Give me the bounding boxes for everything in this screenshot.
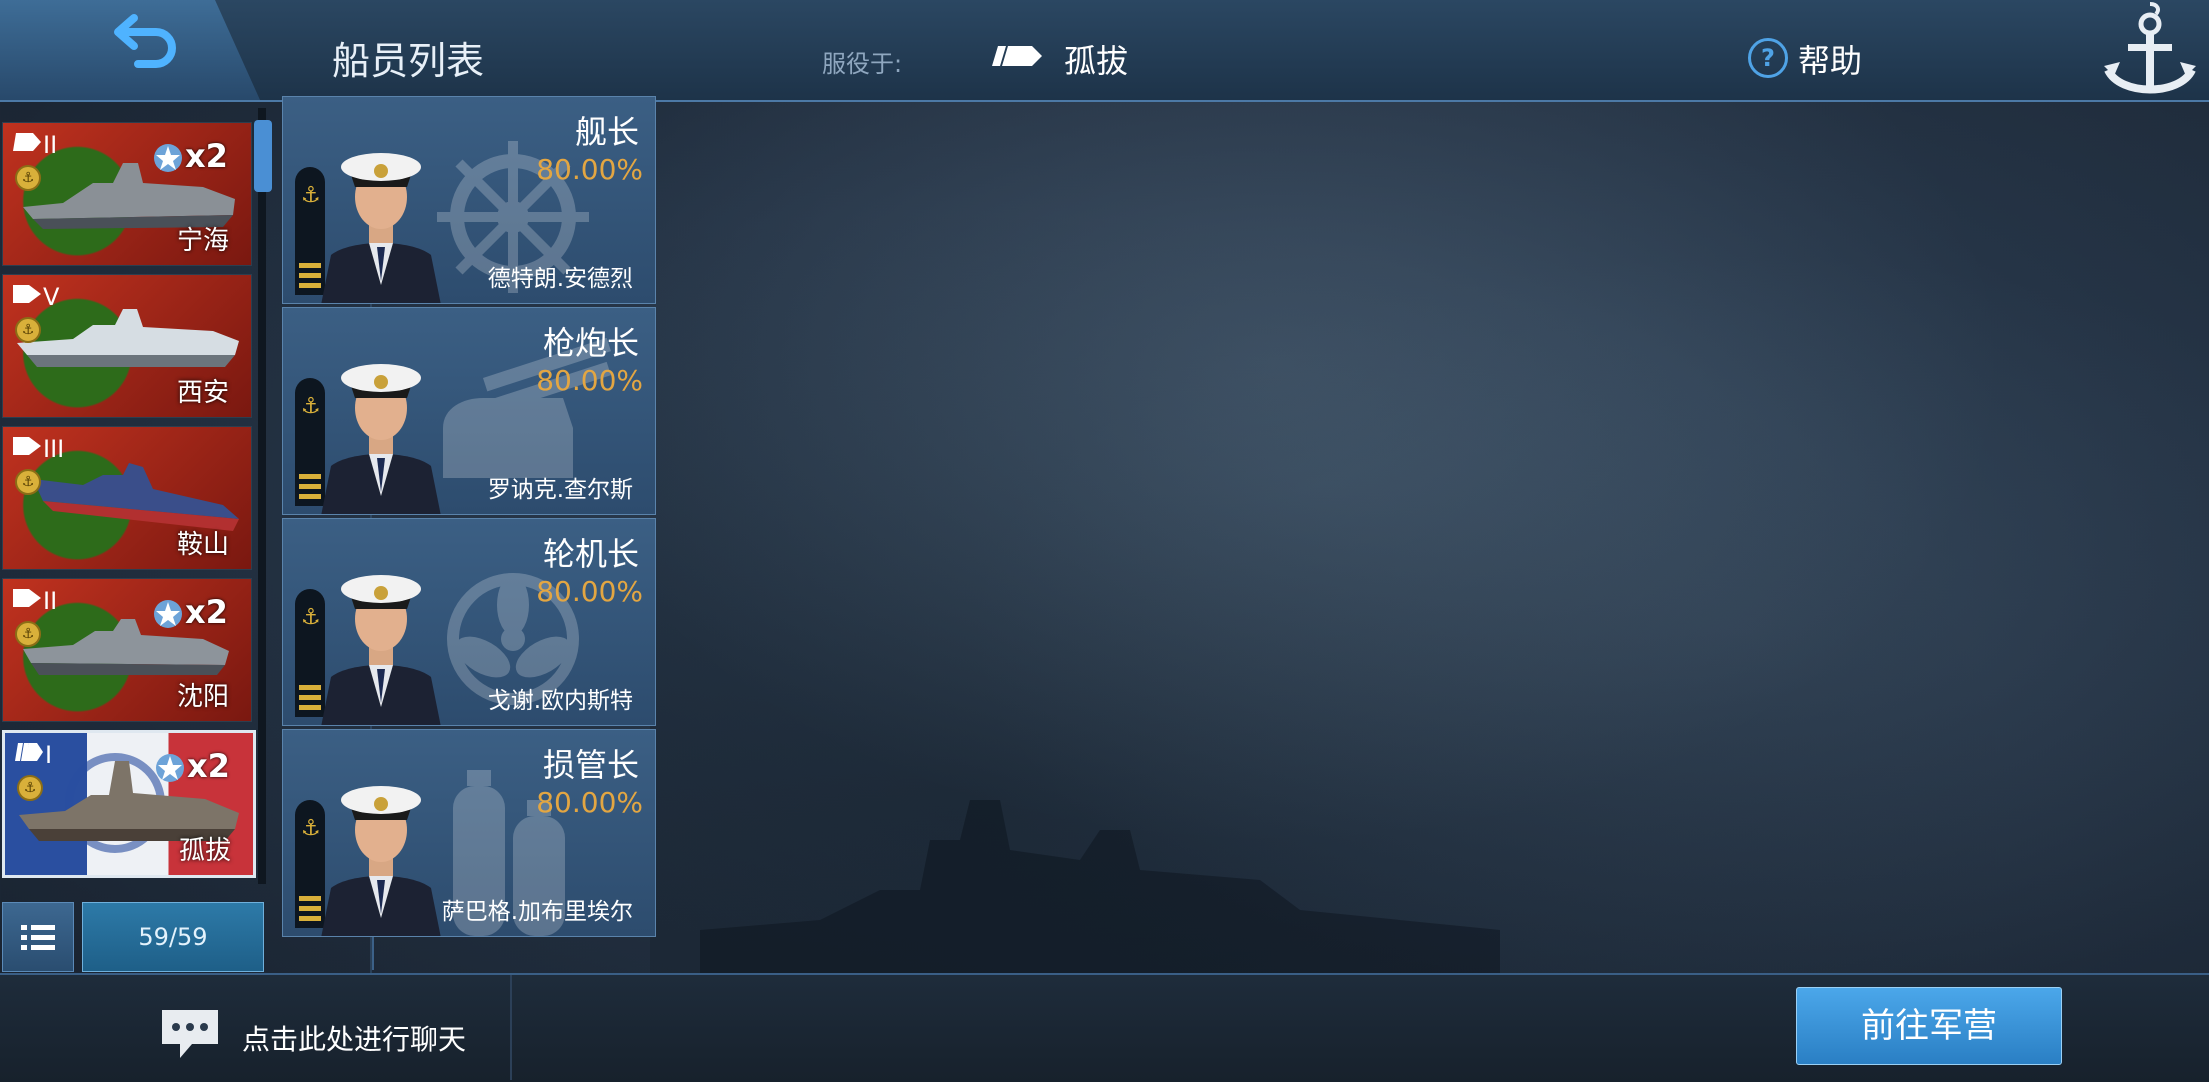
ship-tier: I — [45, 741, 53, 769]
crew-role: 损管长 — [542, 746, 639, 784]
officer-portrait — [321, 153, 441, 303]
crew-percent: 80.00% — [536, 153, 643, 186]
medal-icon: ⚓ — [15, 621, 41, 647]
list-view-button[interactable] — [2, 902, 74, 972]
xp-multiplier: x2 — [185, 593, 228, 631]
destroyer-icon — [13, 589, 41, 607]
medal-icon: ⚓ — [15, 317, 41, 343]
anchor-icon[interactable] — [2100, 0, 2200, 110]
back-arrow-icon — [114, 14, 176, 68]
medal-icon: ⚓ — [15, 469, 41, 495]
ship-list: II ⚓ x2 宁海 V ⚓ 西安 III ⚓ 鞍山 II ⚓ x2 沈阳 I … — [0, 108, 272, 884]
crew-name: 罗讷克.查尔斯 — [487, 477, 633, 503]
list-icon — [21, 925, 55, 950]
battleship-class-icon — [992, 46, 1042, 66]
crew-name: 戈谢.欧内斯特 — [487, 688, 633, 714]
battleship-icon — [15, 743, 43, 761]
divider — [510, 975, 512, 1080]
ship-tier: V — [43, 283, 60, 311]
crew-name: 萨巴格.加布里埃尔 — [441, 899, 633, 925]
help-button-label[interactable]: 帮助 — [1798, 36, 1862, 82]
scrollbar-thumb[interactable] — [254, 120, 272, 192]
ship-count: 59/59 — [82, 902, 264, 972]
ship-name: 西安 — [176, 378, 229, 408]
xp-multiplier: x2 — [185, 137, 228, 175]
ship-card-xian[interactable]: V ⚓ 西安 — [2, 274, 252, 418]
medal-icon: ⚓ — [17, 775, 43, 801]
crew-role: 舰长 — [574, 113, 639, 151]
crew-card-chief-engineer[interactable]: ⚓ 轮机长 80.00% 戈谢.欧内斯特 — [282, 518, 656, 726]
chat-icon[interactable] — [158, 1006, 222, 1060]
destroyer-icon — [13, 285, 41, 303]
ship-tier: II — [43, 587, 58, 615]
crew-percent: 80.00% — [536, 575, 643, 608]
ship-name: 宁海 — [176, 226, 229, 256]
medal-icon: ⚓ — [15, 165, 41, 191]
crew-card-captain[interactable]: ⚓ 舰长 80.00% 德特朗.安德烈 — [282, 96, 656, 304]
xp-multiplier: x2 — [187, 747, 230, 785]
officer-portrait — [321, 786, 441, 936]
ship-tier: II — [43, 131, 58, 159]
crew-role: 轮机长 — [542, 535, 639, 573]
ship-card-shenyang[interactable]: II ⚓ x2 沈阳 — [2, 578, 252, 722]
crew-card-damage-control-officer[interactable]: ⚓ 损管长 80.00% 萨巴格.加布里埃尔 — [282, 729, 656, 937]
go-to-barracks-button[interactable]: 前往军营 — [1796, 987, 2062, 1065]
ship-name: 沈阳 — [176, 682, 229, 712]
top-bar: 船员列表 服役于: 孤拔 ? 帮助 — [0, 0, 2209, 102]
ship-card-anshan[interactable]: III ⚓ 鞍山 — [2, 426, 252, 570]
page-title: 船员列表 — [332, 39, 485, 83]
ship-name: 孤拔 — [178, 836, 231, 866]
back-button[interactable] — [0, 0, 260, 100]
ship-tier: III — [43, 435, 65, 463]
star-icon — [154, 600, 182, 628]
destroyer-icon — [13, 437, 41, 455]
help-icon[interactable]: ? — [1748, 38, 1788, 78]
ship-card-courbet[interactable]: I ⚓ x2 孤拔 — [2, 730, 256, 878]
officer-portrait — [321, 575, 441, 725]
background-ship-silhouette — [700, 800, 1500, 980]
officer-portrait — [321, 364, 441, 514]
cruiser-icon — [13, 133, 41, 151]
chat-prompt[interactable]: 点击此处进行聊天 — [242, 1018, 466, 1058]
service-label: 服役于: — [822, 50, 903, 78]
crew-card-gunnery-officer[interactable]: ⚓ 枪炮长 80.00% 罗讷克.查尔斯 — [282, 307, 656, 515]
ship-card-ninghai[interactable]: II ⚓ x2 宁海 — [2, 122, 252, 266]
ship-name: 鞍山 — [176, 530, 229, 560]
star-icon — [156, 754, 184, 782]
crew-percent: 80.00% — [536, 364, 643, 397]
crew-role: 枪炮长 — [542, 324, 639, 362]
crew-percent: 80.00% — [536, 786, 643, 819]
scrollbar-track[interactable] — [258, 108, 266, 884]
service-ship-name: 孤拔 — [1064, 42, 1129, 80]
crew-name: 德特朗.安德烈 — [487, 266, 633, 292]
star-icon — [154, 144, 182, 172]
